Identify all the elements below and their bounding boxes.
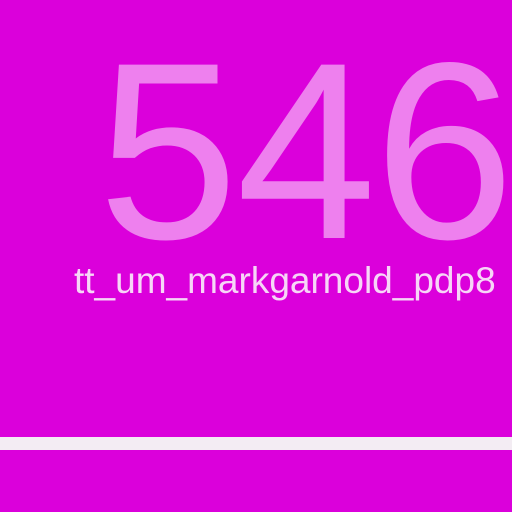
- divider-bar: [0, 437, 512, 450]
- screen: 546 tt_um_markgarnold_pdp8: [0, 0, 512, 512]
- project-label: tt_um_markgarnold_pdp8: [74, 260, 496, 301]
- count-display: 546: [98, 11, 512, 292]
